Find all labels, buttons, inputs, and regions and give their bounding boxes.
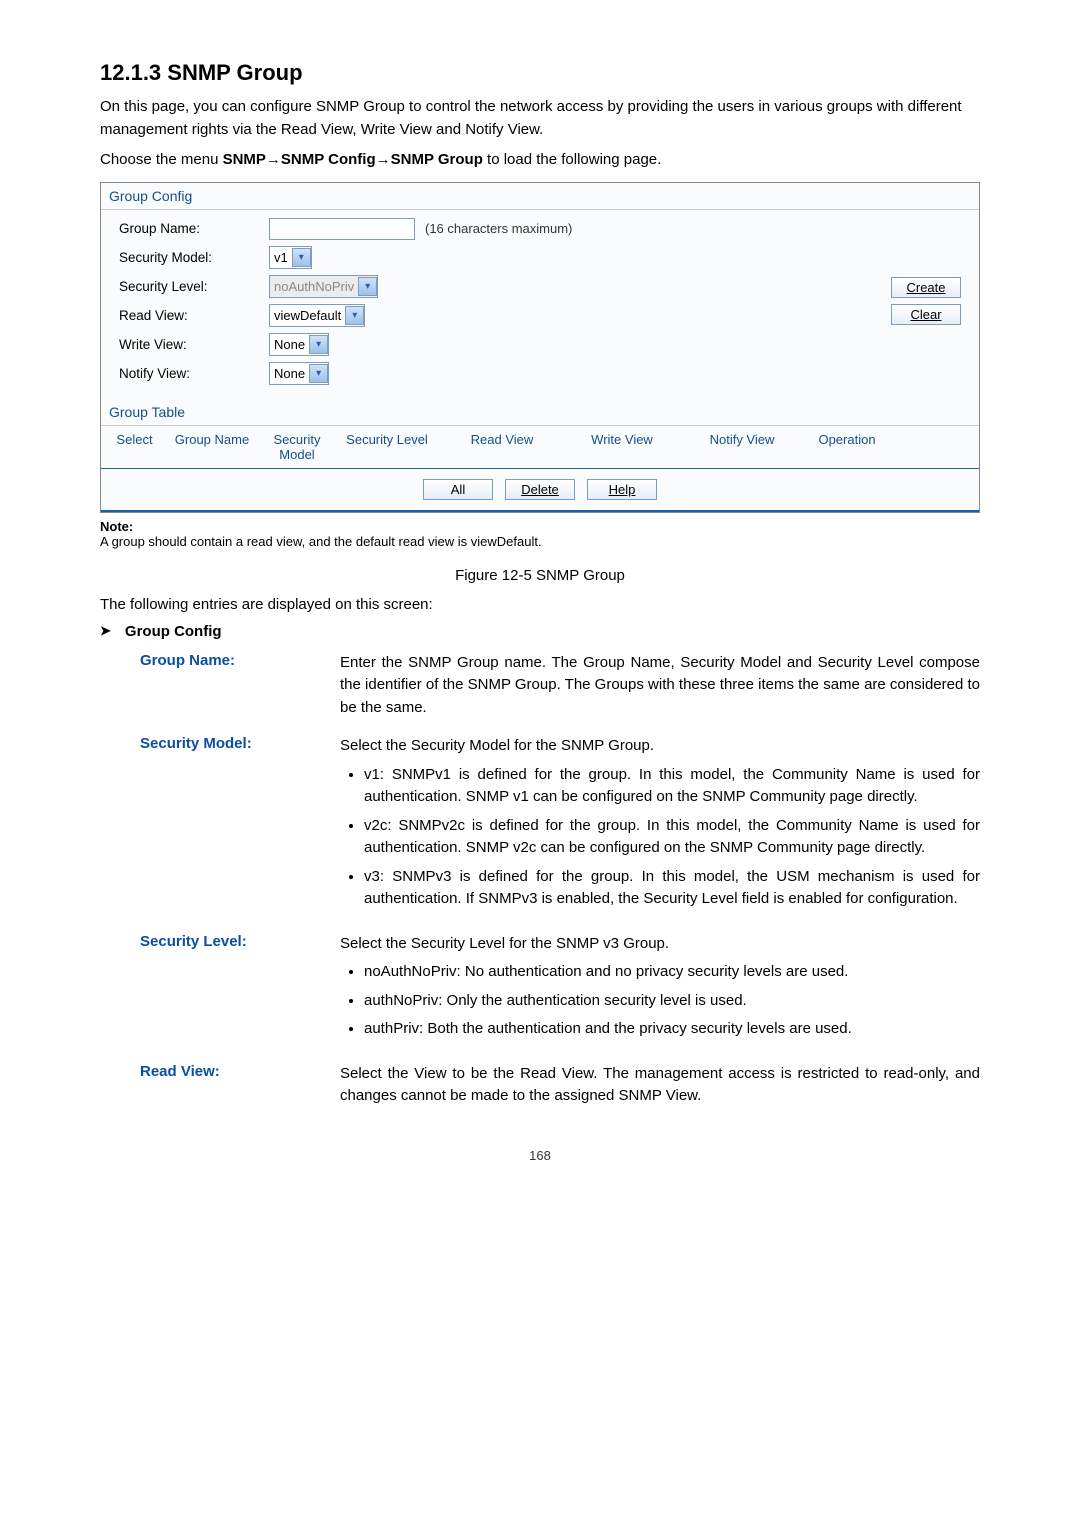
def-security-model: Select the Security Model for the SNMP G… [340, 735, 980, 917]
group-name-input[interactable] [269, 218, 415, 240]
intro2-prefix: Choose the menu [100, 151, 223, 168]
col-security-level: Security Level [332, 432, 442, 462]
security-level-label: Security Level: [119, 279, 269, 294]
write-view-select[interactable]: None ▾ [269, 333, 329, 356]
col-write-view: Write View [562, 432, 682, 462]
intro2-menu-path: SNMP→SNMP Config→SNMP Group [223, 151, 483, 168]
term-security-level: Security Level: [140, 933, 320, 1047]
col-notify-view: Notify View [682, 432, 802, 462]
chevron-right-icon: ➤ [100, 623, 111, 639]
create-button[interactable]: Create [891, 277, 961, 298]
intro2-suffix: to load the following page. [483, 151, 661, 168]
entries-displayed-line: The following entries are displayed on t… [100, 596, 980, 613]
def-security-model-v3: v3: SNMPv3 is defined for the group. In … [364, 866, 980, 911]
intro-paragraph-1: On this page, you can configure SNMP Gro… [100, 96, 980, 141]
chevron-down-icon: ▾ [358, 277, 377, 296]
def-security-model-intro: Select the Security Model for the SNMP G… [340, 737, 654, 754]
read-view-label: Read View: [119, 308, 269, 323]
col-group-name: Group Name [162, 432, 262, 462]
group-name-hint: (16 characters maximum) [425, 221, 572, 236]
col-operation: Operation [802, 432, 892, 462]
term-security-model: Security Model: [140, 735, 320, 917]
def-security-level-authpriv: authPriv: Both the authentication and th… [364, 1018, 980, 1041]
def-security-level-intro: Select the Security Level for the SNMP v… [340, 935, 669, 952]
security-level-value: noAuthNoPriv [274, 279, 354, 294]
term-group-name: Group Name: [140, 652, 320, 720]
notify-view-label: Notify View: [119, 366, 269, 381]
security-model-label: Security Model: [119, 250, 269, 265]
def-group-name: Enter the SNMP Group name. The Group Nam… [340, 652, 980, 720]
group-table-header-row: Select Group Name Security Model Securit… [101, 426, 979, 469]
col-security-model: Security Model [262, 432, 332, 462]
write-view-value: None [274, 337, 305, 352]
page-number: 168 [100, 1148, 980, 1163]
delete-button[interactable]: Delete [505, 479, 575, 500]
write-view-label: Write View: [119, 337, 269, 352]
clear-button[interactable]: Clear [891, 304, 961, 325]
read-view-value: viewDefault [274, 308, 341, 323]
note-label: Note: [100, 519, 133, 534]
def-security-model-v1: v1: SNMPv1 is defined for the group. In … [364, 764, 980, 809]
group-config-heading: Group Config [101, 183, 979, 210]
figure-caption: Figure 12-5 SNMP Group [100, 567, 980, 584]
notify-view-select[interactable]: None ▾ [269, 362, 329, 385]
security-level-select: noAuthNoPriv ▾ [269, 275, 378, 298]
security-model-select[interactable]: v1 ▾ [269, 246, 312, 269]
term-read-view: Read View: [140, 1063, 320, 1108]
col-read-view: Read View [442, 432, 562, 462]
all-button[interactable]: All [423, 479, 493, 500]
group-config-subhead: Group Config [125, 623, 222, 640]
chevron-down-icon: ▾ [309, 335, 328, 354]
read-view-select[interactable]: viewDefault ▾ [269, 304, 365, 327]
notify-view-value: None [274, 366, 305, 381]
security-model-value: v1 [274, 250, 288, 265]
group-name-label: Group Name: [119, 221, 269, 236]
help-button[interactable]: Help [587, 479, 657, 500]
col-select: Select [107, 432, 162, 462]
chevron-down-icon: ▾ [345, 306, 364, 325]
note-text: A group should contain a read view, and … [100, 534, 542, 549]
chevron-down-icon: ▾ [292, 248, 311, 267]
def-read-view: Select the View to be the Read View. The… [340, 1063, 980, 1108]
section-title: 12.1.3 SNMP Group [100, 60, 980, 86]
def-security-model-v2c: v2c: SNMPv2c is defined for the group. I… [364, 815, 980, 860]
def-security-level-authnopriv: authNoPriv: Only the authentication secu… [364, 990, 980, 1013]
intro-paragraph-2: Choose the menu SNMP→SNMP Config→SNMP Gr… [100, 149, 980, 172]
def-security-level: Select the Security Level for the SNMP v… [340, 933, 980, 1047]
chevron-down-icon: ▾ [309, 364, 328, 383]
group-table-heading: Group Table [101, 399, 979, 426]
def-security-level-noauth: noAuthNoPriv: No authentication and no p… [364, 961, 980, 984]
group-config-panel: Group Config Group Name: (16 characters … [100, 182, 980, 513]
